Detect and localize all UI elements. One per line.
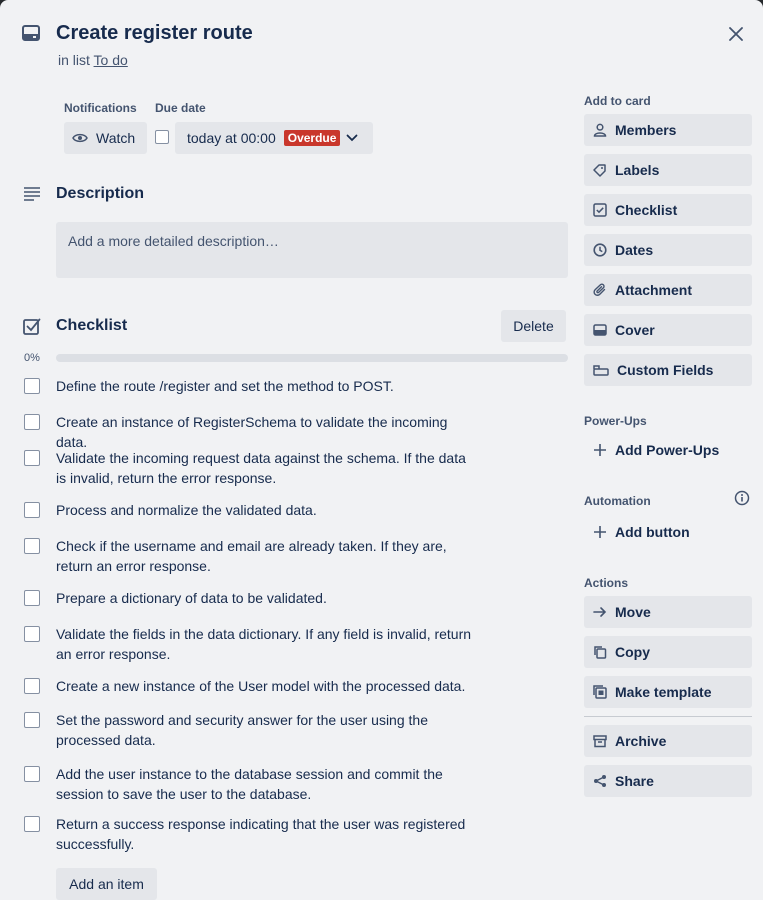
checklist-item-checkbox[interactable] [24,414,40,430]
action-button-make-template[interactable]: Make template [584,676,752,708]
close-icon [729,27,743,41]
description-title: Description [56,185,145,202]
checklist-item-checkbox[interactable] [24,816,40,832]
watch-button[interactable]: Watch [64,122,147,154]
card-title[interactable]: Create register route [56,22,253,45]
add-powerups-label: Add Power-Ups [615,442,720,458]
cover-icon [593,323,607,337]
add-to-card-label: Add to card [584,94,651,108]
action-button-archive[interactable]: Archive [584,725,752,757]
sidebar-button-label: Checklist [615,202,678,218]
sidebar-button-label: Cover [615,322,655,338]
add-automation-button[interactable]: Add button [584,516,752,548]
tag-icon [593,163,607,177]
action-button-move[interactable]: Move [584,596,752,628]
custom-fields-icon [593,363,609,377]
copy-icon [593,645,607,659]
overdue-badge: Overdue [283,130,341,146]
checklist-item-checkbox[interactable] [24,590,40,606]
sidebar-button-dates[interactable]: Dates [584,234,752,266]
add-powerups-button[interactable]: Add Power-Ups [584,434,752,466]
checklist-item-checkbox[interactable] [24,378,40,394]
person-icon [593,123,607,137]
action-button-label: Archive [615,733,667,749]
actions-label: Actions [584,576,629,590]
checklist-item-text[interactable]: Validate the fields in the data dictiona… [56,624,476,664]
list-link[interactable]: To do [94,52,128,68]
automation-label: Automation [584,494,651,508]
checklist-item-text[interactable]: Define the route /register and set the m… [56,376,476,396]
due-date-label: Due date [155,101,206,115]
sidebar-button-label: Dates [615,242,654,258]
chevron-down-icon [346,134,358,142]
card-list-info: in list To do [58,52,128,68]
description-input[interactable]: Add a more detailed description… [56,222,568,278]
sidebar-button-label: Attachment [615,282,693,298]
action-button-label: Copy [615,644,650,660]
checklist-item-checkbox[interactable] [24,766,40,782]
add-button-label: Add button [615,524,690,540]
checklist-item-text[interactable]: Prepare a dictionary of data to be valid… [56,588,476,608]
action-button-label: Share [615,773,654,789]
checklist-item-text[interactable]: Check if the username and email are alre… [56,536,476,576]
clock-icon [593,243,607,257]
action-button-share[interactable]: Share [584,765,752,797]
action-button-copy[interactable]: Copy [584,636,752,668]
sidebar-button-label: Custom Fields [617,362,714,378]
template-icon [593,685,607,699]
checklist-item-checkbox[interactable] [24,626,40,642]
checklist-item-text[interactable]: Create a new instance of the User model … [56,676,476,696]
checklist-icon [23,317,41,335]
eye-icon [72,132,88,144]
action-button-label: Make template [615,684,712,700]
checklist-item-text[interactable]: Create an instance of RegisterSchema to … [56,412,476,452]
sidebar-button-custom-fields[interactable]: Custom Fields [584,354,752,386]
checklist-item-checkbox[interactable] [24,538,40,554]
checklist-item-text[interactable]: Add the user instance to the database se… [56,764,476,804]
notifications-label: Notifications [64,101,137,115]
card-icon [22,25,40,41]
paperclip-icon [593,283,607,297]
actions-divider [584,716,752,717]
checklist-item-checkbox[interactable] [24,712,40,728]
sidebar-button-labels[interactable]: Labels [584,154,752,186]
info-icon[interactable] [734,490,750,506]
sidebar-button-label: Members [615,122,677,138]
sidebar-button-attachment[interactable]: Attachment [584,274,752,306]
checklist-progress-bar [56,354,568,362]
checklist-item-checkbox[interactable] [24,678,40,694]
sidebar-button-label: Labels [615,162,660,178]
card-detail-modal: Create register route in list To do Noti… [0,0,763,900]
checklist-item-checkbox[interactable] [24,450,40,466]
list-prefix: in list [58,52,90,68]
powerups-label: Power-Ups [584,414,647,428]
plus-icon [593,525,607,539]
arrow-right-icon [593,605,607,619]
archive-icon [593,734,607,748]
checklist-icon [593,203,607,217]
due-date-value: today at 00:00 [187,130,276,146]
checklist-item-checkbox[interactable] [24,502,40,518]
action-button-label: Move [615,604,651,620]
due-date-complete-checkbox[interactable] [155,130,169,144]
checklist-item-text[interactable]: Validate the incoming request data again… [56,448,476,488]
delete-checklist-button[interactable]: Delete [501,310,566,342]
watch-label: Watch [96,130,136,146]
description-icon [23,187,41,201]
sidebar-button-members[interactable]: Members [584,114,752,146]
sidebar-button-cover[interactable]: Cover [584,314,752,346]
checklist-item-text[interactable]: Return a success response indicating tha… [56,814,476,854]
plus-icon [593,443,607,457]
checklist-percent: 0% [24,352,40,364]
checklist-item-text[interactable]: Set the password and security answer for… [56,710,476,750]
checklist-title: Checklist [56,317,128,334]
due-date-button[interactable]: today at 00:00 Overdue [175,122,373,154]
checklist-item-text[interactable]: Process and normalize the validated data… [56,500,476,520]
share-icon [593,774,607,788]
add-item-button[interactable]: Add an item [56,868,157,900]
close-button[interactable] [722,20,750,48]
sidebar-button-checklist[interactable]: Checklist [584,194,752,226]
